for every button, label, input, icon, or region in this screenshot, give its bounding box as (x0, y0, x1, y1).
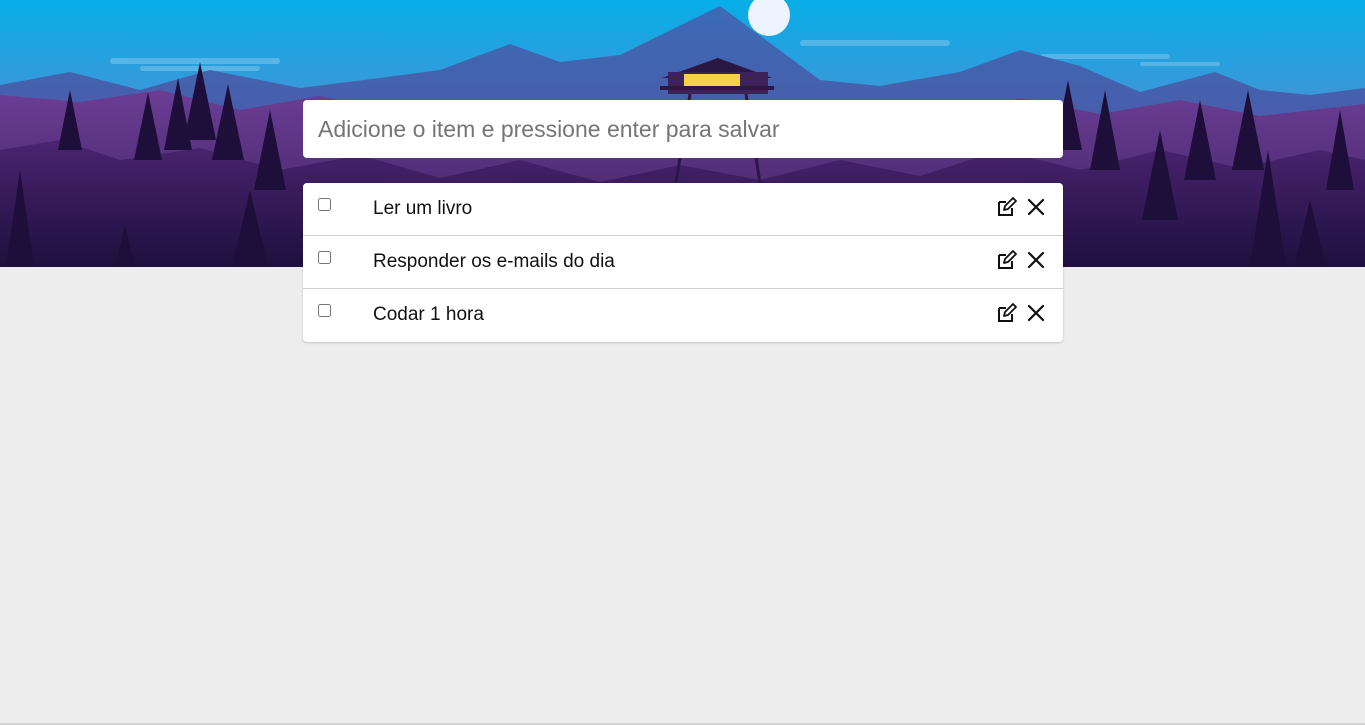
close-icon[interactable] (1025, 196, 1047, 218)
close-icon[interactable] (1025, 302, 1047, 324)
todo-checkbox[interactable] (318, 198, 331, 211)
todo-text: Responder os e-mails do dia (373, 251, 615, 272)
new-item-input[interactable] (303, 100, 1063, 158)
close-icon[interactable] (1025, 249, 1047, 271)
todo-text: Codar 1 hora (373, 304, 484, 325)
todo-text: Ler um livro (373, 198, 473, 219)
todo-list: Ler um livro Responder os e-mails do dia… (303, 183, 1063, 342)
edit-icon[interactable] (995, 302, 1017, 324)
todo-checkbox[interactable] (318, 304, 331, 317)
todo-item: Responder os e-mails do dia (303, 236, 1063, 289)
todo-checkbox[interactable] (318, 251, 331, 264)
todo-item: Ler um livro (303, 183, 1063, 236)
edit-icon[interactable] (995, 249, 1017, 271)
edit-icon[interactable] (995, 196, 1017, 218)
todo-item: Codar 1 hora (303, 289, 1063, 342)
